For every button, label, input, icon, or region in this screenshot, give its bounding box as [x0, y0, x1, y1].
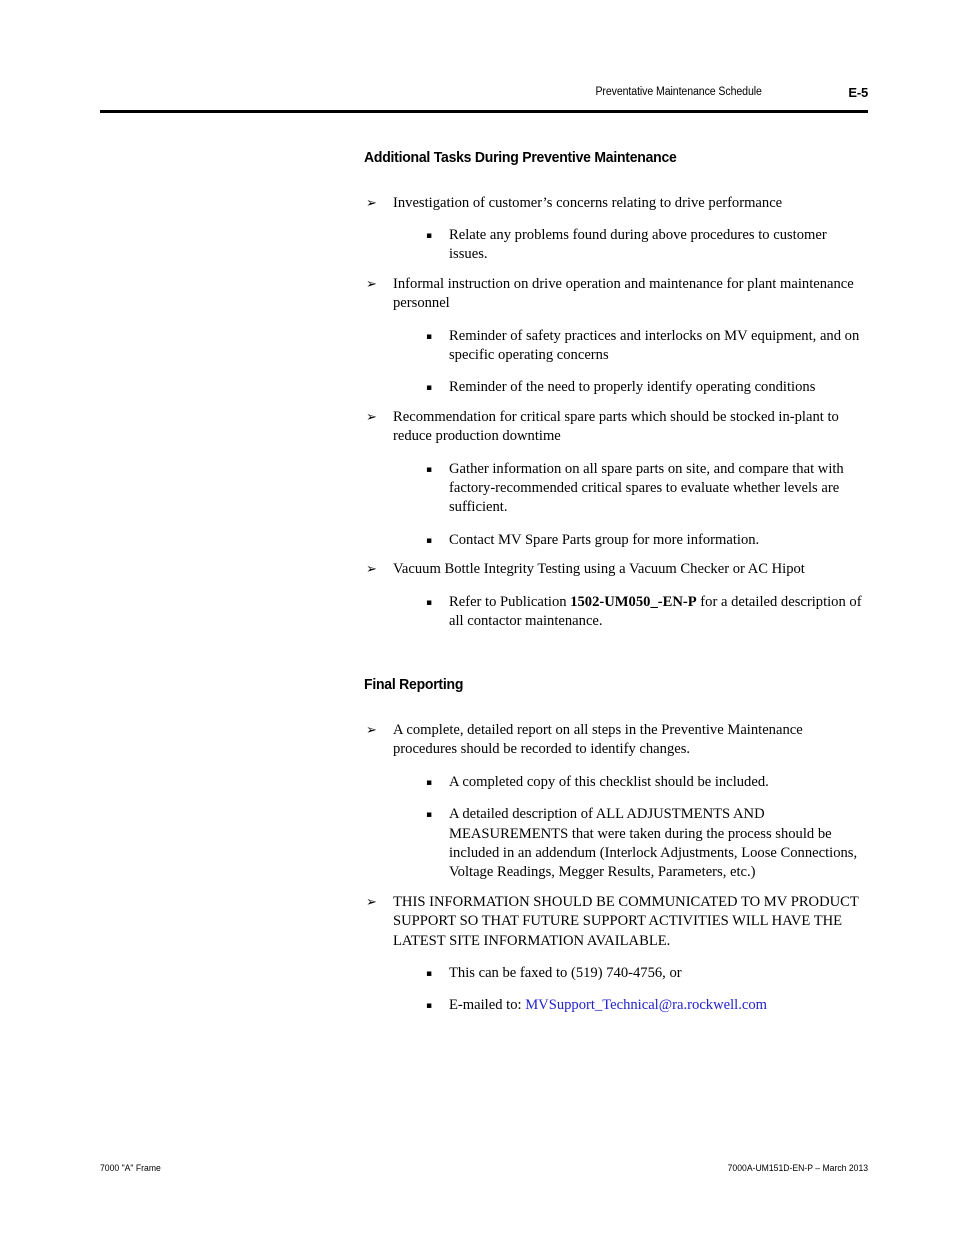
- list-item-text: Reminder of safety practices and interlo…: [449, 327, 860, 363]
- list-item-text: A detailed description of ALL ADJUSTMENT…: [449, 806, 858, 881]
- bullet-list-level1: ➢ A complete, detailed report on all ste…: [364, 721, 864, 1016]
- section-final-reporting: Final Reporting ➢ A complete, detailed r…: [364, 677, 864, 1015]
- list-item-text: Informal instruction on drive operation …: [393, 275, 854, 312]
- email-prefix-label: E-mailed to:: [449, 997, 526, 1014]
- email-link[interactable]: MVSupport_Technical@ra.rockwell.com: [525, 997, 767, 1013]
- list-item: ➢ Recommendation for critical spare part…: [364, 408, 864, 550]
- page-footer: 7000 "A" Frame 7000A-UM151D-EN-P – March…: [100, 1163, 868, 1179]
- arrow-bullet-icon: ➢: [366, 195, 377, 211]
- list-item: ▪ Reminder of safety practices and inter…: [393, 327, 864, 366]
- section-heading: Final Reporting: [364, 677, 464, 694]
- bullet-list-level2: ▪ A completed copy of this checklist sho…: [393, 773, 864, 883]
- square-bullet-icon: ▪: [426, 810, 433, 821]
- list-item: ▪ Reminder of the need to properly ident…: [393, 378, 864, 397]
- list-item: ▪ E-mailed to: MVSupport_Technical@ra.ro…: [393, 996, 864, 1015]
- document-page: Preventative Maintenance Schedule E-5 Ad…: [0, 0, 954, 1235]
- square-bullet-icon: ▪: [426, 968, 433, 979]
- list-item: ➢ THIS INFORMATION SHOULD BE COMMUNICATE…: [364, 893, 864, 1016]
- footer-right-text: 7000A-UM151D-EN-P – March 2013: [727, 1163, 868, 1174]
- list-item-text: A complete, detailed report on all steps…: [393, 721, 803, 758]
- bullet-list-level2: ▪ This can be faxed to (519) 740-4756, o…: [393, 964, 864, 1016]
- arrow-bullet-icon: ➢: [366, 722, 377, 738]
- bullet-list-level1: ➢ Investigation of customer’s concerns r…: [364, 194, 864, 632]
- publication-reference-text: Refer to Publication 1502-UM050_-EN-P fo…: [449, 593, 864, 632]
- section-heading: Additional Tasks During Preventive Maint…: [364, 150, 677, 166]
- page-number: E-5: [848, 85, 868, 100]
- arrow-bullet-icon: ➢: [366, 562, 377, 578]
- square-bullet-icon: ▪: [426, 535, 433, 546]
- list-item: ➢ Investigation of customer’s concerns r…: [364, 194, 864, 265]
- list-item-text: Investigation of customer’s concerns rel…: [393, 194, 783, 211]
- list-item-text: Vacuum Bottle Integrity Testing using a …: [393, 561, 805, 578]
- list-item: ▪ A completed copy of this checklist sho…: [393, 773, 864, 792]
- document-body: Additional Tasks During Preventive Maint…: [364, 150, 864, 1026]
- list-item: ▪ Relate any problems found during above…: [393, 226, 864, 265]
- header-rule-divider: [100, 110, 868, 113]
- arrow-bullet-icon: ➢: [366, 409, 377, 425]
- publication-number: 1502-UM050_-EN-P: [570, 593, 697, 610]
- square-bullet-icon: ▪: [426, 464, 433, 475]
- arrow-bullet-icon: ➢: [366, 894, 377, 910]
- arrow-bullet-icon: ➢: [366, 276, 377, 292]
- list-item: ▪ A detailed description of ALL ADJUSTME…: [393, 805, 864, 883]
- list-item: ➢ A complete, detailed report on all ste…: [364, 721, 864, 883]
- list-item-text: Reminder of the need to properly identif…: [449, 379, 816, 396]
- list-item-text: Recommendation for critical spare parts …: [393, 408, 839, 445]
- list-item: ▪ Contact MV Spare Parts group for more …: [393, 531, 864, 550]
- list-item-text: This can be faxed to (519) 740-4756, or: [449, 964, 682, 981]
- bullet-list-level2: ▪ Reminder of safety practices and inter…: [393, 327, 864, 398]
- list-item: ▪ This can be faxed to (519) 740-4756, o…: [393, 964, 864, 983]
- list-item: ▪ Refer to Publication 1502-UM050_-EN-P …: [393, 593, 864, 632]
- list-item-text: Contact MV Spare Parts group for more in…: [449, 531, 760, 548]
- square-bullet-icon: ▪: [426, 597, 433, 608]
- list-item: ▪ Gather information on all spare parts …: [393, 460, 864, 518]
- footer-left-text: 7000 "A" Frame: [100, 1163, 161, 1174]
- page-header: Preventative Maintenance Schedule E-5: [100, 85, 869, 108]
- list-item-text: Gather information on all spare parts on…: [449, 460, 844, 516]
- list-item-text: A completed copy of this checklist shoul…: [449, 773, 769, 790]
- square-bullet-icon: ▪: [426, 777, 433, 788]
- square-bullet-icon: ▪: [426, 1001, 433, 1012]
- bullet-list-level2: ▪ Relate any problems found during above…: [393, 226, 864, 265]
- square-bullet-icon: ▪: [426, 331, 433, 342]
- header-title: Preventative Maintenance Schedule: [595, 86, 762, 98]
- list-item: ➢ Informal instruction on drive operatio…: [364, 275, 864, 398]
- square-bullet-icon: ▪: [426, 383, 433, 394]
- list-item-text: THIS INFORMATION SHOULD BE COMMUNICATED …: [393, 893, 859, 949]
- bullet-list-level2: ▪ Gather information on all spare parts …: [393, 460, 864, 551]
- list-item: ➢ Vacuum Bottle Integrity Testing using …: [364, 560, 864, 631]
- email-line: E-mailed to: MVSupport_Technical@ra.rock…: [449, 996, 864, 1015]
- list-item-text: Relate any problems found during above p…: [449, 226, 827, 263]
- ref-prefix: Refer to Publication: [449, 593, 571, 610]
- section-additional-tasks: Additional Tasks During Preventive Maint…: [364, 150, 864, 631]
- bullet-list-level2: ▪ Refer to Publication 1502-UM050_-EN-P …: [393, 593, 864, 632]
- square-bullet-icon: ▪: [426, 230, 433, 241]
